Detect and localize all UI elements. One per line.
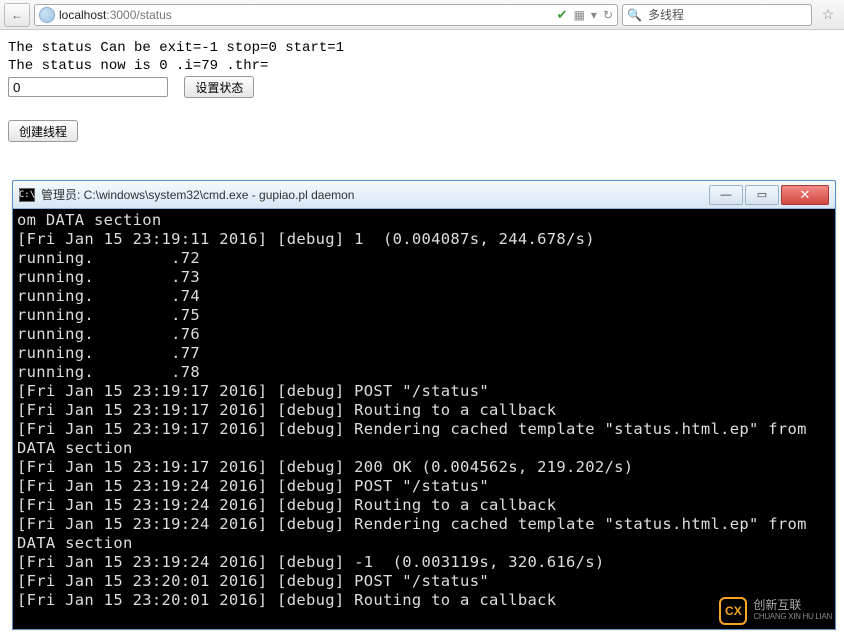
watermark-text-cn: 创新互联 (753, 599, 832, 611)
set-status-button[interactable]: 设置状态 (184, 76, 254, 98)
back-arrow-icon: ← (11, 8, 23, 22)
browser-toolbar: ← localhost:3000/status ✔ ▦ ▾ ↻ 🔍 ☆ (0, 0, 844, 30)
status-now-line: The status now is 0 .i=79 .thr= (8, 58, 836, 74)
search-icon: 🔍 (627, 8, 642, 22)
url-text: localhost:3000/status (59, 8, 172, 22)
status-input[interactable] (8, 77, 168, 97)
watermark-badge-icon: CX (719, 597, 747, 625)
url-path: :3000/status (106, 8, 171, 22)
watermark: CX 创新互联 CHUANG XIN HU LIAN (719, 597, 832, 625)
console-titlebar[interactable]: C:\ 管理员: C:\windows\system32\cmd.exe - g… (13, 181, 835, 209)
back-button[interactable]: ← (4, 3, 30, 27)
bookmark-star-button[interactable]: ☆ (816, 6, 840, 23)
console-window: C:\ 管理员: C:\windows\system32\cmd.exe - g… (12, 180, 836, 630)
url-host: localhost (59, 8, 106, 22)
address-bar[interactable]: localhost:3000/status ✔ ▦ ▾ ↻ (34, 4, 618, 26)
globe-icon (39, 7, 55, 23)
search-box[interactable]: 🔍 (622, 4, 812, 26)
status-help-line: The status Can be exit=-1 stop=0 start=1 (8, 40, 836, 56)
minimize-button[interactable]: — (709, 185, 743, 205)
qr-icon[interactable]: ▦ (574, 8, 585, 22)
console-title: 管理员: C:\windows\system32\cmd.exe - gupia… (41, 186, 354, 203)
history-dropdown-icon[interactable]: ▾ (591, 8, 597, 22)
create-thread-button[interactable]: 创建线程 (8, 120, 78, 142)
search-input[interactable] (646, 7, 807, 23)
watermark-text-pinyin: CHUANG XIN HU LIAN (753, 611, 832, 623)
page-content: The status Can be exit=-1 stop=0 start=1… (0, 30, 844, 154)
cmd-icon: C:\ (19, 188, 35, 202)
reload-icon[interactable]: ↻ (603, 8, 613, 22)
console-output[interactable]: om DATA section [Fri Jan 15 23:19:11 201… (13, 209, 835, 612)
close-button[interactable]: ✕ (781, 185, 829, 205)
shield-ok-icon: ✔ (557, 7, 568, 23)
maximize-button[interactable]: ▭ (745, 185, 779, 205)
